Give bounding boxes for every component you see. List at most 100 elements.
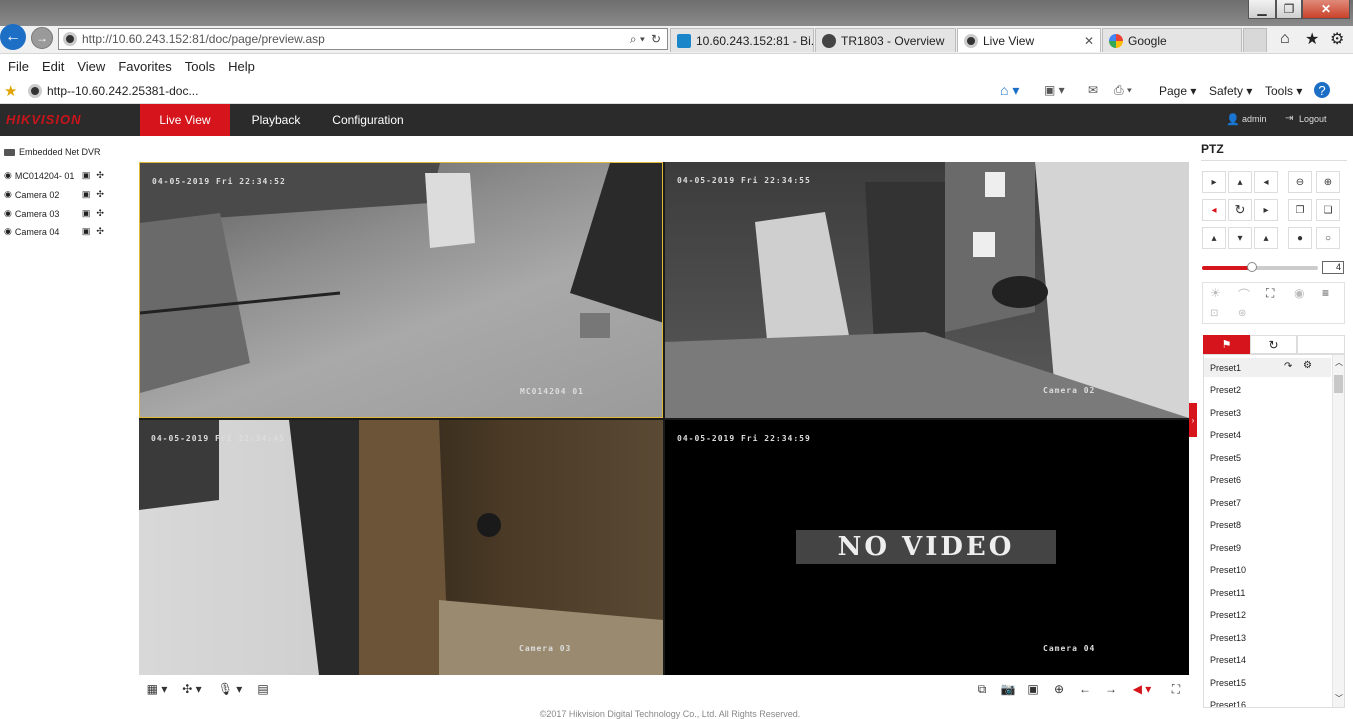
record-icon[interactable]: ▣ xyxy=(82,208,91,219)
preset-item[interactable]: Preset14 xyxy=(1210,655,1246,665)
focus-near-button[interactable]: ❐ xyxy=(1288,199,1312,221)
window-layout-icon[interactable]: ▦ ▾ xyxy=(144,681,170,697)
help-icon[interactable]: ? xyxy=(1314,82,1330,98)
favorites-star-icon[interactable]: ★ xyxy=(1305,29,1319,49)
preset-item[interactable]: Preset11 xyxy=(1210,588,1245,598)
menu-favorites[interactable]: Favorites xyxy=(118,59,171,74)
camera-node[interactable]: ◉ Camera 04 ▣ ✣ xyxy=(4,226,104,237)
close-window-button[interactable]: ✕ xyxy=(1302,0,1350,19)
preset-item[interactable]: Preset12 xyxy=(1210,610,1246,620)
zoom-in-button[interactable]: ⊕ xyxy=(1316,171,1340,193)
safety-menu[interactable]: Safety ▾ xyxy=(1209,84,1252,98)
camera-node[interactable]: ◉ Camera 03 ▣ ✣ xyxy=(4,208,104,219)
ptz-speed-thumb[interactable] xyxy=(1246,262,1257,272)
page-menu[interactable]: Page ▾ xyxy=(1159,84,1196,98)
ptz-auto-button[interactable]: ↻ xyxy=(1228,199,1252,221)
volume-icon[interactable]: ◀ ▾ xyxy=(1129,681,1155,697)
microphone-icon[interactable]: 🎙 ▾ xyxy=(217,681,243,697)
add-favorite-icon[interactable]: ★ xyxy=(4,82,17,100)
image-settings-icon[interactable]: ▤ xyxy=(254,681,272,697)
preset-item[interactable]: Preset1 xyxy=(1210,363,1241,373)
digital-zoom-icon[interactable]: ⊕ xyxy=(1050,681,1068,697)
feeds-icon[interactable]: ▣ ▾ xyxy=(1044,83,1065,97)
ptz-up-right-button[interactable]: ◂ xyxy=(1254,171,1278,193)
preset-item[interactable]: Preset10 xyxy=(1210,565,1246,575)
preset-item[interactable]: Preset16 xyxy=(1210,700,1246,707)
video-tile-3[interactable]: 04-05-2019 Fri 22:34:45 Camera 03 xyxy=(139,420,663,675)
video-tile-4[interactable]: 04-05-2019 Fri 22:34:59 NO VIDEO Camera … xyxy=(665,420,1189,675)
device-node[interactable]: Embedded Net DVR xyxy=(4,147,101,157)
preset-item[interactable]: Preset5 xyxy=(1210,453,1241,463)
menu-view[interactable]: View xyxy=(77,59,105,74)
nav-playback[interactable]: Playback xyxy=(236,104,316,136)
stream-type-icon[interactable]: ✣ ▾ xyxy=(179,681,205,697)
call-preset-icon[interactable]: ↷ xyxy=(1284,361,1292,372)
preset-item[interactable]: Preset3 xyxy=(1210,408,1241,418)
ptz-icon[interactable]: ✣ xyxy=(96,208,104,219)
forward-button[interactable]: → xyxy=(31,27,53,49)
wiper-icon[interactable]: ⌒ xyxy=(1238,286,1250,303)
ptz-down-button[interactable]: ▾ xyxy=(1228,227,1252,249)
light-icon[interactable]: ☀ xyxy=(1210,286,1221,300)
record-icon[interactable]: ▣ xyxy=(82,170,91,181)
video-tile-2[interactable]: 04-05-2019 Fri 22:34:55 Camera 02 xyxy=(665,162,1189,418)
tab-patrols[interactable]: ↻ xyxy=(1250,335,1297,354)
close-tab-icon[interactable]: ✕ xyxy=(1084,34,1094,48)
stop-all-icon[interactable]: ⧉ xyxy=(973,681,991,697)
auxiliary-focus-icon[interactable]: ⛶ xyxy=(1266,286,1274,301)
scroll-up-icon[interactable]: ︿ xyxy=(1335,357,1343,368)
record-icon[interactable]: ▣ xyxy=(82,226,91,237)
tab-pattern[interactable] xyxy=(1297,335,1345,354)
lens-init-icon[interactable]: ◉ xyxy=(1294,286,1304,300)
record-all-icon[interactable]: ▣ xyxy=(1024,681,1042,697)
home-command-icon[interactable]: ⌂ ▾ xyxy=(1000,82,1019,99)
back-button[interactable]: ← xyxy=(0,24,26,50)
fullscreen-icon[interactable]: ⛶ xyxy=(1167,681,1185,697)
preset-item[interactable]: Preset9 xyxy=(1210,543,1241,553)
record-icon[interactable]: ▣ xyxy=(82,189,91,200)
preset-item[interactable]: Preset15 xyxy=(1210,678,1246,688)
new-tab-button[interactable] xyxy=(1243,28,1267,52)
next-page-icon[interactable]: → xyxy=(1102,681,1120,697)
maximize-button[interactable]: ❐ xyxy=(1276,0,1302,19)
preset-item[interactable]: Preset2 xyxy=(1210,385,1241,395)
settings-gear-icon[interactable]: ⚙ xyxy=(1330,29,1344,49)
ptz-up-button[interactable]: ▴ xyxy=(1228,171,1252,193)
preset-item[interactable]: Preset7 xyxy=(1210,498,1241,508)
focus-far-button[interactable]: ❏ xyxy=(1316,199,1340,221)
previous-page-icon[interactable]: ← xyxy=(1076,681,1094,697)
ptz-icon[interactable]: ✣ xyxy=(96,226,104,237)
capture-icon[interactable]: 📷 xyxy=(999,681,1017,697)
ptz-menu-icon[interactable]: ≡ xyxy=(1322,286,1329,300)
set-preset-icon[interactable]: ⚙ xyxy=(1303,360,1312,371)
collapse-panel-handle[interactable]: › xyxy=(1189,403,1197,437)
mail-icon[interactable]: ✉ xyxy=(1088,83,1098,97)
logout-icon[interactable]: ⇥ xyxy=(1285,113,1293,124)
search-icon[interactable]: ⌕ ▾ xyxy=(630,32,645,47)
print-icon[interactable]: ⎙ ▾ xyxy=(1114,83,1132,98)
zoom-out-button[interactable]: ⊖ xyxy=(1288,171,1312,193)
tab-live-view[interactable]: Live View ✕ xyxy=(957,28,1101,52)
ptz-right-button[interactable]: ▸ xyxy=(1254,199,1278,221)
iris-open-button[interactable]: ● xyxy=(1288,227,1312,249)
preset-item[interactable]: Preset6 xyxy=(1210,475,1241,485)
nav-live-view[interactable]: Live View xyxy=(140,104,230,136)
menu-help[interactable]: Help xyxy=(228,59,255,74)
menu-tools[interactable]: Tools xyxy=(185,59,215,74)
camera-node[interactable]: ◉ Camera 02 ▣ ✣ xyxy=(4,189,104,200)
preset-scrollbar[interactable]: ︿ ﹀ xyxy=(1332,355,1344,707)
tab-presets[interactable]: ⚑ xyxy=(1203,335,1250,354)
scroll-down-icon[interactable]: ﹀ xyxy=(1335,693,1343,704)
tab-google[interactable]: Google xyxy=(1102,28,1242,52)
nav-configuration[interactable]: Configuration xyxy=(326,104,410,136)
minimize-button[interactable]: ▁ xyxy=(1248,0,1276,19)
logout-link[interactable]: Logout xyxy=(1299,114,1327,124)
tab-bing[interactable]: 10.60.243.152:81 - Bi... xyxy=(670,28,814,52)
iris-close-button[interactable]: ○ xyxy=(1316,227,1340,249)
address-bar[interactable]: http://10.60.243.152:81/doc/page/preview… xyxy=(58,28,668,50)
menu-file[interactable]: File xyxy=(8,59,29,74)
manual-tracking-icon[interactable]: ⊡ xyxy=(1210,308,1218,319)
preset-item[interactable]: Preset13 xyxy=(1210,633,1246,643)
ptz-icon[interactable]: ✣ xyxy=(96,189,104,200)
ptz-up-left-button[interactable]: ▸ xyxy=(1202,171,1226,193)
